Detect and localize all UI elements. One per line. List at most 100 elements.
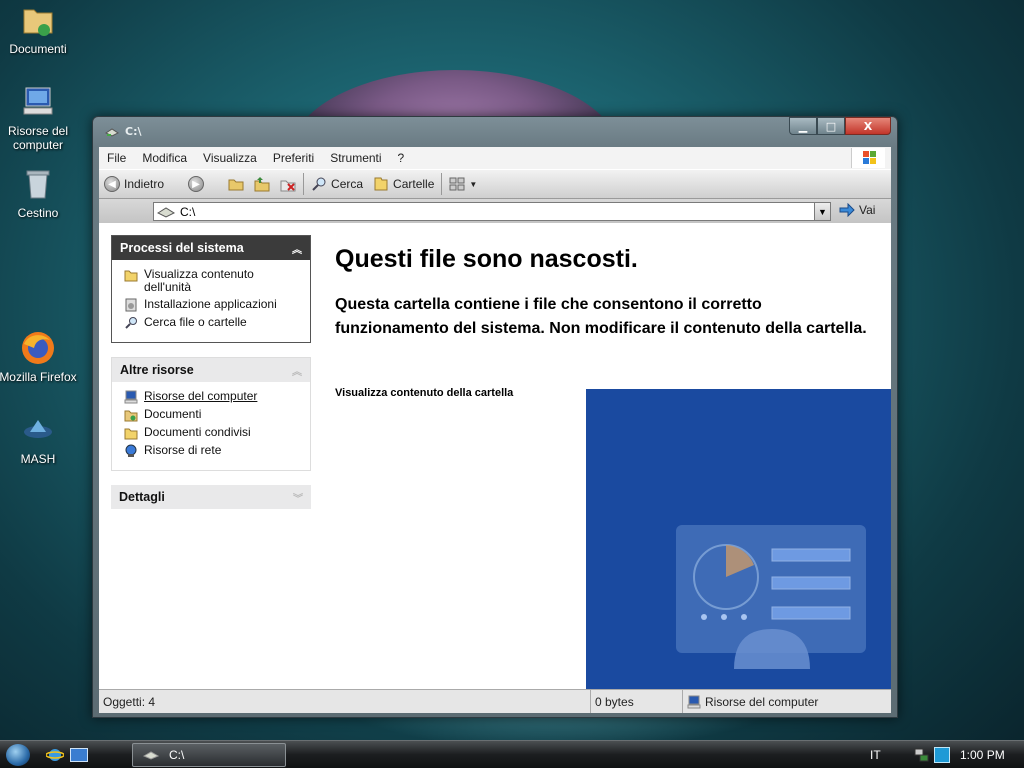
place-label: Documenti condivisi	[144, 425, 251, 439]
status-location: Risorse del computer	[683, 690, 822, 713]
show-desktop-icon[interactable]	[70, 748, 88, 762]
task-view-drive-contents[interactable]: Visualizza contenuto dell'unità	[124, 268, 302, 294]
firefox-icon	[20, 330, 56, 366]
recycle-bin-icon	[20, 166, 56, 202]
views-button[interactable]: ▼	[444, 172, 482, 196]
network-icon	[125, 444, 137, 457]
delete-button[interactable]	[275, 172, 301, 196]
network-tray-icon[interactable]	[914, 747, 930, 763]
menu-file[interactable]: File	[99, 151, 134, 165]
delete-icon	[280, 180, 296, 192]
collapse-chevron-icon[interactable]: ︽	[292, 363, 302, 378]
toolbar-separator	[303, 173, 305, 195]
menu-bar: File Modifica Visualizza Preferiti Strum…	[99, 147, 891, 169]
details-panel: Dettagli ︾	[111, 485, 311, 509]
my-computer-icon	[687, 695, 701, 708]
toolbar-separator	[441, 173, 443, 195]
documents-folder-icon	[20, 2, 56, 38]
collapse-chevron-icon[interactable]: ︽	[292, 241, 302, 256]
details-title: Dettagli	[119, 490, 165, 504]
clock[interactable]: 1:00 PM	[960, 748, 1005, 762]
search-icon	[312, 177, 326, 191]
views-icon	[449, 177, 465, 191]
back-button[interactable]: ◀ Indietro	[99, 172, 169, 196]
place-network[interactable]: Risorse di rete	[124, 444, 302, 458]
desktop-icon-cestino[interactable]: Cestino	[0, 166, 78, 220]
internet-explorer-icon[interactable]	[45, 747, 65, 763]
maximize-button[interactable]: □	[817, 117, 845, 135]
folders-icon	[374, 177, 388, 191]
title-bar[interactable]: C:\ ▁ □ X	[93, 117, 897, 147]
copy-to-button[interactable]	[249, 172, 275, 196]
search-icon	[125, 317, 137, 329]
toolbar: ◀ Indietro ▶ Cerca Cartelle ▼	[99, 169, 891, 199]
system-tasks-header[interactable]: Processi del sistema ︽	[112, 236, 310, 260]
status-objects: Oggetti: 4	[99, 690, 591, 713]
copy-to-folder-icon	[254, 177, 270, 192]
other-places-list: Risorse del computer Documenti Documenti…	[112, 382, 310, 470]
shared-documents-icon	[124, 428, 138, 440]
task-install-apps[interactable]: Installazione applicazioni	[124, 298, 302, 312]
minimize-button[interactable]: ▁	[789, 117, 817, 135]
search-button[interactable]: Cerca	[306, 172, 368, 196]
system-monitor-icon	[676, 525, 866, 669]
taskbar-window-label: C:\	[169, 748, 185, 762]
menu-help[interactable]: ?	[390, 151, 413, 165]
language-indicator[interactable]: IT	[870, 748, 881, 762]
address-input[interactable]: C:\ ▼	[153, 202, 831, 221]
menu-strumenti[interactable]: Strumenti	[322, 151, 389, 165]
menu-modifica[interactable]: Modifica	[134, 151, 195, 165]
folders-label: Cartelle	[393, 177, 435, 191]
task-pane: Processi del sistema ︽ Visualizza conten…	[111, 235, 311, 523]
task-search-files[interactable]: Cerca file o cartelle	[124, 316, 302, 330]
expand-chevron-icon[interactable]: ︾	[293, 490, 303, 505]
desktop-icon-risorse-computer[interactable]: Risorse del computer	[0, 84, 78, 152]
system-tasks-title: Processi del sistema	[120, 241, 244, 255]
folders-button[interactable]: Cartelle	[368, 172, 439, 196]
place-shared-documents[interactable]: Documenti condivisi	[124, 426, 302, 440]
window-controls: ▁ □ X	[789, 117, 891, 135]
drive-icon	[156, 206, 176, 218]
back-arrow-icon: ◀	[104, 176, 120, 192]
desktop-icon-documenti[interactable]: Documenti	[0, 2, 78, 56]
taskbar: C:\ IT 1:00 PM	[0, 740, 1024, 768]
desktop-icon-label: Documenti	[9, 42, 67, 56]
system-tasks-list: Visualizza contenuto dell'unità Installa…	[112, 260, 310, 342]
explorer-window: C:\ ▁ □ X File Modifica Visualizza Prefe…	[92, 116, 898, 718]
place-label: Risorse del computer	[144, 389, 258, 403]
desktop-icon-label: Risorse del computer	[7, 124, 69, 152]
details-header[interactable]: Dettagli ︾	[111, 485, 311, 509]
place-documents[interactable]: Documenti	[124, 408, 302, 422]
go-label: Vai	[859, 203, 876, 217]
system-tasks-panel: Processi del sistema ︽ Visualizza conten…	[111, 235, 311, 343]
install-apps-icon	[125, 298, 137, 312]
desktop-icon-mash[interactable]: MASH	[0, 412, 78, 466]
place-label: Risorse di rete	[144, 443, 222, 457]
task-label: Installazione applicazioni	[144, 297, 277, 311]
forward-button[interactable]: ▶	[183, 172, 209, 196]
go-button[interactable]: Vai	[839, 203, 875, 217]
start-button[interactable]	[6, 744, 30, 766]
show-folder-contents-link[interactable]: Visualizza contenuto della cartella	[335, 387, 513, 399]
menu-preferiti[interactable]: Preferiti	[265, 151, 322, 165]
tray-app-icon[interactable]	[934, 747, 950, 763]
go-arrow-icon	[839, 203, 855, 217]
other-places-header[interactable]: Altre risorse ︽	[112, 358, 310, 382]
hidden-files-description: Questa cartella contiene i file che cons…	[335, 296, 867, 337]
menu-visualizza[interactable]: Visualizza	[195, 151, 265, 165]
place-my-computer[interactable]: Risorse del computer	[124, 390, 302, 404]
close-button[interactable]: X	[845, 117, 891, 135]
taskbar-window-button[interactable]: C:\	[132, 743, 286, 767]
task-label: Visualizza contenuto dell'unità	[144, 267, 254, 294]
windows-logo-icon	[851, 148, 885, 168]
desktop-icon-label: Cestino	[17, 206, 59, 220]
move-to-button[interactable]	[223, 172, 249, 196]
desktop-icon-label: MASH	[20, 452, 56, 466]
my-computer-icon	[20, 84, 56, 120]
desktop-icon-firefox[interactable]: Mozilla Firefox	[0, 330, 78, 384]
chevron-down-icon: ▼	[818, 206, 827, 217]
other-places-panel: Altre risorse ︽ Risorse del computer Doc…	[111, 357, 311, 471]
documents-icon	[124, 410, 138, 422]
address-dropdown-button[interactable]: ▼	[814, 203, 830, 220]
hidden-files-heading: Questi file sono nascosti.	[335, 245, 638, 273]
